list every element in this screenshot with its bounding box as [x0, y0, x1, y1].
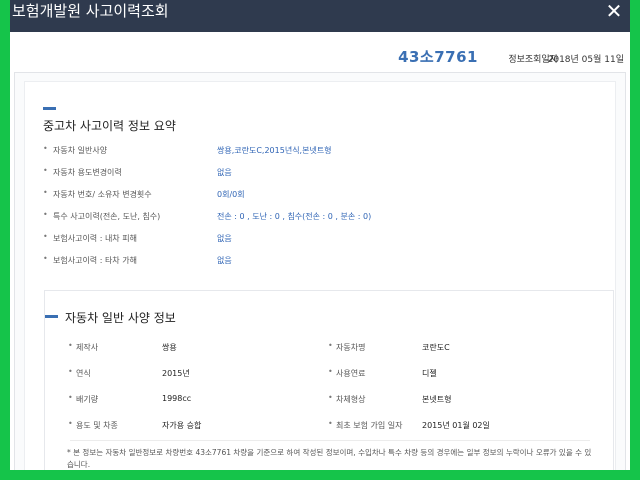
- spec-title: 자동차 일반 사양 정보: [65, 311, 176, 325]
- spec-label: 배기량: [76, 395, 99, 404]
- summary-row: • 자동차 일반사양 쌍용,코란도C,2015년식,본넷트형: [43, 143, 603, 159]
- spec-value: 자가용 승합: [162, 421, 202, 430]
- summary-row: • 특수 사고이력(전손, 도난, 침수) 전손 : 0 , 도난 : 0 , …: [43, 209, 603, 225]
- bullet-icon: •: [43, 254, 48, 263]
- summary-row-label: 보험사고이력 : 내차 피해: [53, 234, 137, 243]
- spec-value: 코란도C: [422, 343, 450, 352]
- spec-label: 연식: [76, 369, 91, 378]
- summary-row-label: 자동차 용도변경이력: [53, 168, 122, 177]
- summary-row-label: 보험사고이력 : 타차 가해: [53, 256, 137, 265]
- close-icon[interactable]: ✕: [604, 0, 624, 22]
- bullet-icon: •: [43, 188, 48, 197]
- spec-row: • 차체형상 본넷트형: [328, 391, 598, 407]
- summary-row-value: 전손 : 0 , 도난 : 0 , 침수(전손 : 0 , 분손 : 0): [217, 212, 372, 221]
- spec-label: 제작사: [76, 343, 99, 352]
- bullet-icon: •: [328, 393, 333, 402]
- summary-row: • 자동차 용도변경이력 없음: [43, 165, 603, 181]
- bullet-icon: •: [68, 419, 73, 428]
- spec-disclaimer: * 본 정보는 자동차 일반정보로 차량번호 43소7761 차량을 기준으로 …: [67, 448, 592, 469]
- report-container: 중고차 사고이력 정보 요약 • 자동차 일반사양 쌍용,코란도C,2015년식…: [14, 72, 626, 470]
- spec-row: • 제작사 쌍용: [68, 339, 328, 355]
- summary-row-value: 쌍용,코란도C,2015년식,본넷트형: [217, 146, 332, 155]
- report-header: 43소7761 정보조회일자 2018년 05월 11일: [10, 44, 630, 70]
- spec-panel: 자동차 일반 사양 정보 • 제작사 쌍용 • 연식 2015년 • 배기량 1…: [44, 290, 614, 470]
- spec-row: • 최초 보험 가입 일자 2015년 01월 02일: [328, 417, 598, 433]
- summary-row-label: 특수 사고이력(전손, 도난, 침수): [53, 212, 161, 221]
- spec-value: 2015년: [162, 369, 190, 378]
- summary-row: • 보험사고이력 : 내차 피해 없음: [43, 231, 603, 247]
- bullet-icon: •: [43, 166, 48, 175]
- summary-row-value: 0회/0회: [217, 190, 245, 199]
- report-body[interactable]: 중고차 사고이력 정보 요약 • 자동차 일반사양 쌍용,코란도C,2015년식…: [24, 81, 616, 470]
- summary-row-value: 없음: [217, 168, 232, 177]
- inquiry-date: 2018년 05월 11일: [547, 55, 624, 65]
- summary-row-label: 자동차 일반사양: [53, 146, 108, 155]
- title-bar: 보험개발원 사고이력조회 ✕: [10, 0, 630, 32]
- spec-row: • 자동차명 코란도C: [328, 339, 598, 355]
- spec-row: • 용도 및 차종 자가용 승합: [68, 417, 328, 433]
- spec-row: • 연식 2015년: [68, 365, 328, 381]
- summary-row-value: 없음: [217, 234, 232, 243]
- bullet-icon: •: [68, 367, 73, 376]
- spec-accent-bar: [45, 315, 58, 318]
- spec-label: 용도 및 차종: [76, 421, 118, 430]
- summary-row: • 보험사고이력 : 타차 가해 없음: [43, 253, 603, 269]
- summary-row-value: 없음: [217, 256, 232, 265]
- report-window: 보험개발원 사고이력조회 ✕ 43소7761 정보조회일자 2018년 05월 …: [10, 0, 630, 470]
- spec-label: 사용연료: [336, 369, 366, 378]
- bullet-icon: •: [328, 341, 333, 350]
- summary-row: • 자동차 번호/ 소유자 변경횟수 0회/0회: [43, 187, 603, 203]
- summary-title: 중고차 사고이력 정보 요약: [43, 119, 176, 133]
- bullet-icon: •: [43, 232, 48, 241]
- bullet-icon: •: [43, 144, 48, 153]
- spec-value: 본넷트형: [422, 395, 452, 404]
- bullet-icon: •: [68, 341, 73, 350]
- plate-number: 43소7761: [398, 48, 478, 66]
- spec-row: • 사용연료 디젤: [328, 365, 598, 381]
- spec-value: 쌍용: [162, 343, 177, 352]
- spec-value: 2015년 01월 02일: [422, 421, 490, 430]
- bullet-icon: •: [68, 393, 73, 402]
- spec-label: 최초 보험 가입 일자: [336, 421, 403, 430]
- bullet-icon: •: [328, 367, 333, 376]
- spec-value: 1998cc: [162, 394, 192, 403]
- spec-label: 차체형상: [336, 395, 366, 404]
- spec-value: 디젤: [422, 369, 437, 378]
- bullet-icon: •: [43, 210, 48, 219]
- spec-divider: [70, 440, 590, 441]
- window-title: 보험개발원 사고이력조회: [12, 2, 169, 20]
- spec-label: 자동차명: [336, 343, 366, 352]
- summary-row-label: 자동차 번호/ 소유자 변경횟수: [53, 190, 152, 199]
- spec-row: • 배기량 1998cc: [68, 391, 328, 407]
- summary-accent-bar: [43, 107, 56, 110]
- bullet-icon: •: [328, 419, 333, 428]
